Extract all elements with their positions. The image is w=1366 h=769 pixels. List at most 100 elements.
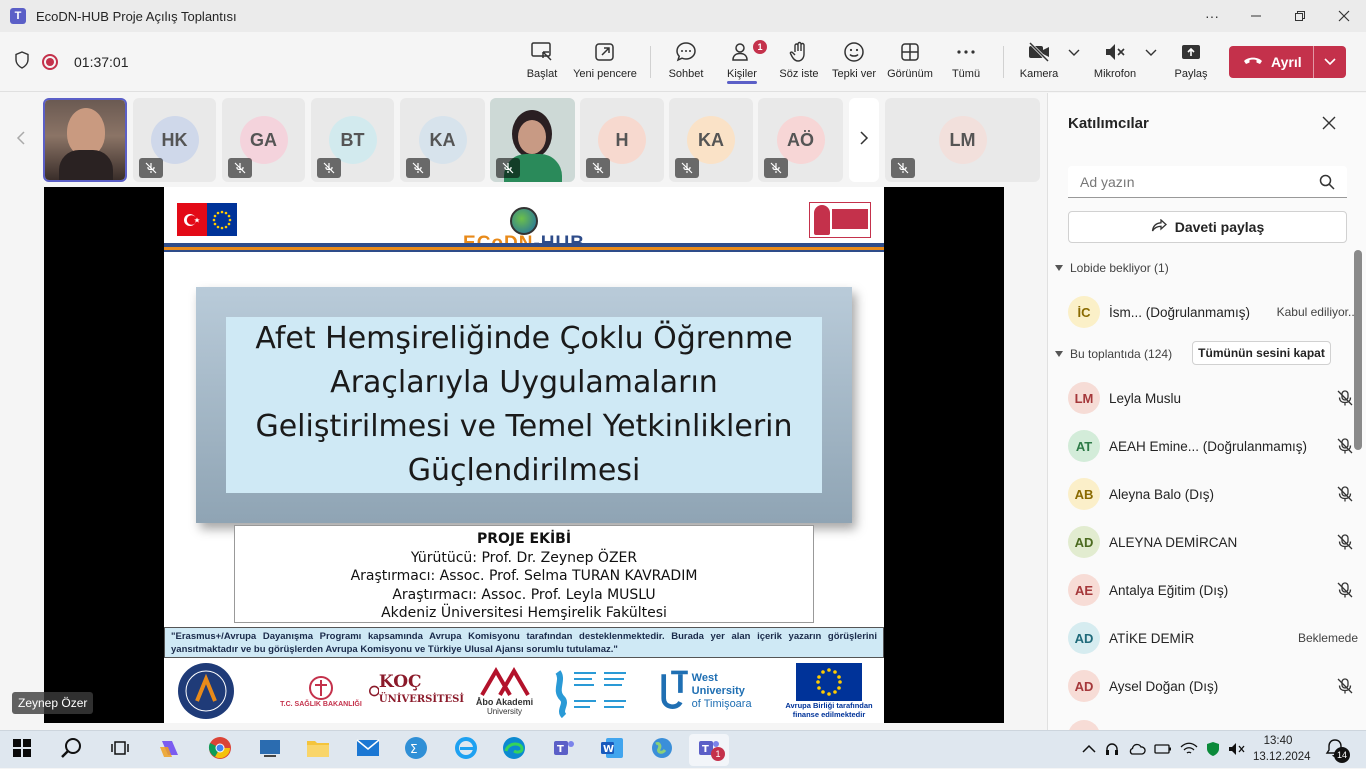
calculator-button[interactable]: Σ <box>402 736 430 764</box>
avatar <box>1068 720 1100 730</box>
carousel-prev-button[interactable] <box>6 98 36 182</box>
toolbar-divider <box>650 46 651 78</box>
mic-off-icon <box>1336 581 1354 604</box>
headset-icon[interactable] <box>1104 741 1120 760</box>
participant-row[interactable]: LM Leyla Muslu <box>1068 374 1358 422</box>
mic-muted-icon <box>317 158 341 178</box>
microphone-button[interactable]: Mikrofon <box>1093 38 1137 88</box>
participant-row[interactable]: AD ALEYNA DEMİRCAN <box>1068 518 1358 566</box>
mute-all-button[interactable]: Tümünün sesini kapat <box>1192 341 1331 365</box>
more-options-icon[interactable]: ··· <box>1190 0 1234 32</box>
wifi-icon[interactable] <box>1180 742 1198 759</box>
participant-tile[interactable]: GA <box>222 98 305 182</box>
participant-tile[interactable]: AÖ <box>758 98 843 182</box>
task-view-icon <box>110 739 130 762</box>
start-menu-button[interactable] <box>8 736 36 764</box>
chrome-button[interactable] <box>206 736 234 764</box>
system-clock[interactable]: 13:40 13.12.2024 <box>1253 733 1311 765</box>
file-explorer-button[interactable] <box>304 736 332 764</box>
app-button[interactable] <box>256 736 284 764</box>
participant-tile[interactable]: KA <box>400 98 485 182</box>
leave-button[interactable]: Ayrıl <box>1229 46 1346 78</box>
mic-off-icon <box>1336 437 1354 460</box>
security-shield-icon[interactable] <box>1206 741 1220 760</box>
folder-icon <box>306 738 330 763</box>
abo-akademi-logo: Åbo Akademi University <box>467 661 542 721</box>
mic-muted-icon <box>496 158 520 178</box>
lobby-section-toggle[interactable]: Lobide bekliyor (1) <box>1054 261 1169 275</box>
volume-muted-icon[interactable] <box>1228 742 1246 759</box>
copilot-button[interactable] <box>156 736 184 764</box>
mic-muted-icon <box>139 158 163 178</box>
mic-options-button[interactable] <box>1143 38 1159 88</box>
chevron-down-icon <box>1068 38 1080 66</box>
react-button[interactable]: Tepki ver <box>832 38 876 88</box>
participant-tile[interactable]: KA <box>669 98 753 182</box>
project-team-box: PROJE EKİBİ Yürütücü: Prof. Dr. Zeynep Ö… <box>234 525 814 623</box>
close-panel-button[interactable] <box>1322 113 1336 136</box>
people-badge: 1 <box>753 40 767 54</box>
participant-tile[interactable]: HK <box>133 98 216 182</box>
participant-tile[interactable]: H <box>580 98 664 182</box>
raise-hand-button[interactable]: Söz iste <box>779 38 819 88</box>
people-icon: 1 <box>731 38 767 66</box>
bell-icon: 14 <box>1324 737 1350 763</box>
participant-tile[interactable]: BT <box>311 98 394 182</box>
teams-notification-badge: 1 <box>711 746 725 761</box>
battery-icon[interactable] <box>1154 743 1172 758</box>
close-window-button[interactable] <box>1322 0 1366 32</box>
participant-row[interactable]: AD ATİKE DEMİR Beklemede <box>1068 614 1358 662</box>
cloud-icon[interactable] <box>1128 742 1146 759</box>
restore-button[interactable] <box>1278 0 1322 32</box>
window-title: EcoDN-HUB Proje Açılış Toplantısı <box>36 8 237 24</box>
panel-scrollbar[interactable] <box>1354 250 1362 450</box>
internet-explorer-button[interactable] <box>452 736 480 764</box>
national-agency-logo <box>809 202 871 238</box>
participant-tile[interactable]: LM <box>885 98 1040 182</box>
mail-button[interactable] <box>354 736 382 764</box>
share-invite-button[interactable]: Daveti paylaş <box>1068 211 1347 243</box>
slide-header: ECoDN-HUB <box>164 187 884 257</box>
teams-taskbar-button[interactable]: T <box>550 736 578 764</box>
meeting-timer: 01:37:01 <box>74 54 129 70</box>
screen-pointer-icon <box>530 38 554 66</box>
people-button[interactable]: 1 Kişiler <box>726 38 767 88</box>
globe-app-button[interactable] <box>648 736 676 764</box>
avatar: AE <box>1068 574 1100 606</box>
participant-row[interactable]: AT AEAH Emine... (Doğrulanmamış) <box>1068 422 1358 470</box>
video-tile-participant[interactable] <box>490 98 575 182</box>
leave-options-button[interactable] <box>1313 46 1346 78</box>
taskbar-search-button[interactable] <box>58 736 86 764</box>
participant-row[interactable]: AD Aysel Doğan (Dış) <box>1068 662 1358 710</box>
search-icon <box>1319 174 1335 193</box>
more-button[interactable]: Tümü <box>951 38 981 88</box>
view-button[interactable]: Görünüm <box>887 38 933 88</box>
carousel-next-button[interactable] <box>849 98 879 182</box>
participant-row[interactable]: AB Aleyna Balo (Dış) <box>1068 470 1358 518</box>
mic-muted-icon <box>228 158 252 178</box>
camera-button[interactable]: Kamera <box>1020 38 1058 88</box>
video-tile-presenter[interactable] <box>43 98 127 182</box>
start-button[interactable]: Başlat <box>522 38 562 88</box>
svg-text:W: W <box>603 744 614 755</box>
camera-options-button[interactable] <box>1066 38 1082 88</box>
in-meeting-section-toggle[interactable]: Bu toplantıda (124) <box>1054 347 1172 361</box>
teams-meeting-taskbar-button[interactable]: T 1 <box>689 734 729 766</box>
new-window-button[interactable]: Yeni pencere <box>573 38 637 88</box>
share-button[interactable]: Paylaş <box>1174 38 1208 88</box>
caret-down-icon <box>1054 347 1064 361</box>
notification-count-badge: 14 <box>1334 747 1350 763</box>
participant-row[interactable]: AE Antalya Eğitim (Dış) <box>1068 566 1358 614</box>
participant-search-input[interactable]: Ad yazın <box>1068 166 1347 198</box>
word-button[interactable]: W <box>598 736 626 764</box>
edge-button[interactable] <box>500 736 528 764</box>
chevron-up-icon[interactable] <box>1082 743 1096 757</box>
participant-name: Aysel Doğan (Dış) <box>1109 678 1219 694</box>
word-icon: W <box>600 737 624 764</box>
chat-button[interactable]: Sohbet <box>668 38 704 88</box>
chrome-icon <box>208 736 232 765</box>
minimize-button[interactable] <box>1234 0 1278 32</box>
task-view-button[interactable] <box>106 736 134 764</box>
lobby-participant-row[interactable]: İC İsm... (Doğrulanmamış) Kabul ediliyor… <box>1068 288 1358 336</box>
notification-center-button[interactable]: 14 <box>1324 731 1350 769</box>
